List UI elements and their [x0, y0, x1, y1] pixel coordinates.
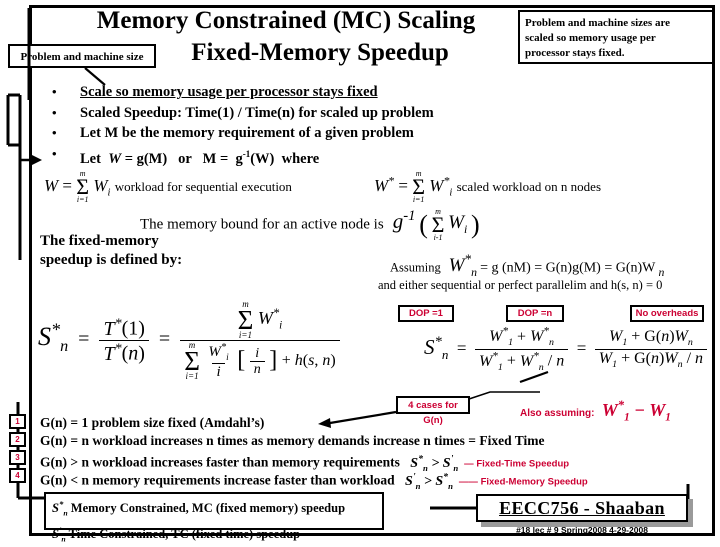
fixed-memory-label-line1: The fixed-memory	[40, 233, 159, 249]
bullet-marker: •	[52, 104, 57, 120]
case-line-4: G(n) < n memory requirements increase fa…	[40, 471, 588, 491]
fixed-memory-speedup-label: The fixed-memory speedup is defined by:	[40, 232, 240, 270]
definition-row-mc: S*n Memory Constrained, MC (fixed memory…	[52, 499, 346, 518]
annotation-dop-n-label: DOP =n	[517, 308, 553, 319]
footer-meta: #18 lec # 9 Spring2008 4-29-2008	[516, 525, 648, 535]
page-title: Memory Constrained (MC) Scaling	[96, 7, 476, 34]
case-line-2-text: G(n) = n workload increases n times as m…	[40, 433, 545, 448]
annotation-also-assuming-label: Also assuming:	[520, 408, 595, 419]
annotation-no-overheads-label: No overheads	[635, 308, 699, 319]
case-line-1-text: G(n) = 1 problem size fixed (Amdahl’s)	[40, 415, 265, 430]
bullet-text: Scaled Speedup: Time(1) / Time(n) for sc…	[80, 104, 434, 121]
definition-mc-text: Memory Constrained, MC (fixed memory) sp…	[70, 501, 346, 516]
equation-fixed-memory-speedup: S*n = T*(1) T*(n) = m Σi=1 W*i m Σi=1 W*i …	[38, 300, 340, 381]
case-number-4-label: 4	[15, 471, 20, 480]
callout-scaling-note-line3: processor stays fixed.	[525, 47, 625, 59]
equation-sequential-workload: W = m Σi=1 Wi workload for sequential exe…	[44, 169, 292, 205]
callout-scaling-note: Problem and machine sizes are scaled so …	[518, 10, 714, 64]
equation-assuming: Assuming W*n = g (nM) = G(n)g(M) = G(n)W…	[390, 252, 665, 280]
case-number-3: 3	[9, 450, 26, 465]
annotation-no-overheads: No overheads	[630, 305, 704, 322]
list-item: • Scale so memory usage per processor st…	[52, 82, 522, 103]
case-number-2: 2	[9, 432, 26, 447]
assuming-equation: = g (nM) = G(n)g(M) = G(n)W	[480, 260, 656, 276]
equation-scaled-workload: W* = m Σi=1 W*i scaled workload on n node…	[374, 169, 602, 205]
definition-tc-text: Time Constrained, TC (fixed time) speedu…	[68, 526, 301, 541]
list-item: • Let M be the memory requirement of a g…	[52, 123, 522, 144]
bullet-list: • Scale so memory usage per processor st…	[52, 82, 522, 169]
case-line-4-note: Fixed-Memory Speedup	[480, 476, 588, 488]
annotation-dop-1-label: DOP =1	[409, 308, 443, 319]
fixed-memory-label-line2: speedup is defined by:	[40, 252, 183, 268]
callout-problem-machine-size: Problem and machine size	[8, 44, 156, 68]
annotation-also-assuming: Also assuming: W*1 − W1	[520, 398, 671, 424]
case-number-4: 4	[9, 468, 26, 483]
case-line-2: G(n) = n workload increases n times as m…	[40, 432, 545, 449]
bullet-text: Let W = g(M) or M = g-1(W) where	[80, 148, 320, 167]
callout-problem-machine-size-label: Problem and machine size	[20, 51, 144, 63]
callout-scaling-note-line2: scaled so memory usage per	[525, 32, 656, 44]
callout-scaling-note-line1: Problem and machine sizes are	[525, 17, 671, 29]
equation-speedup-expanded: S*n = W*1 + W*n W*1 + W*n / n = W1 + G(n…	[424, 326, 708, 373]
case-number-1: 1	[9, 414, 26, 429]
annotation-dop-n: DOP =n	[506, 305, 564, 322]
bullet-marker: •	[52, 125, 57, 140]
bullet-text: Scale so memory usage per processor stay…	[80, 84, 378, 100]
case-line-4-text: G(n) < n memory requirements increase fa…	[40, 472, 395, 488]
annotation-dop-1: DOP =1	[398, 305, 454, 322]
list-item: • Scaled Speedup: Time(1) / Time(n) for …	[52, 103, 522, 124]
bullet-marker: •	[52, 145, 57, 161]
case-number-2-label: 2	[15, 435, 20, 444]
footer-course-badge: EECC756 - Shaaban	[476, 494, 688, 522]
annotation-four-cases: 4 cases for G(n)	[396, 396, 470, 426]
case-number-1-label: 1	[15, 417, 20, 426]
equation-memory-bound-caption: The memory bound for an active node is	[140, 216, 384, 233]
footer-course-label: EECC756 - Shaaban	[499, 498, 665, 518]
equation-either-sequential: and either sequential or perfect paralle…	[378, 278, 663, 292]
page-subtitle: Fixed-Memory Speedup	[191, 39, 449, 66]
equation-sequential-caption: workload for sequential execution	[114, 178, 292, 194]
definition-row-tc: S'n Time Constrained, TC (fixed time) sp…	[52, 524, 301, 544]
case-number-3-label: 3	[15, 453, 20, 462]
bullet-marker: •	[52, 84, 57, 99]
case-line-1: G(n) = 1 problem size fixed (Amdahl’s)	[40, 414, 264, 431]
equation-scaled-caption: scaled workload on n nodes	[456, 178, 602, 194]
assuming-label: Assuming	[390, 260, 441, 275]
bullet-text: Let M be the memory requirement of a giv…	[80, 125, 414, 141]
slide-canvas: Memory Constrained (MC) Scaling Fixed-Me…	[0, 0, 720, 543]
definition-box: S*n Memory Constrained, MC (fixed memory…	[44, 492, 384, 543]
list-item: • Let W = g(M) or M = g-1(W) where	[52, 144, 522, 169]
